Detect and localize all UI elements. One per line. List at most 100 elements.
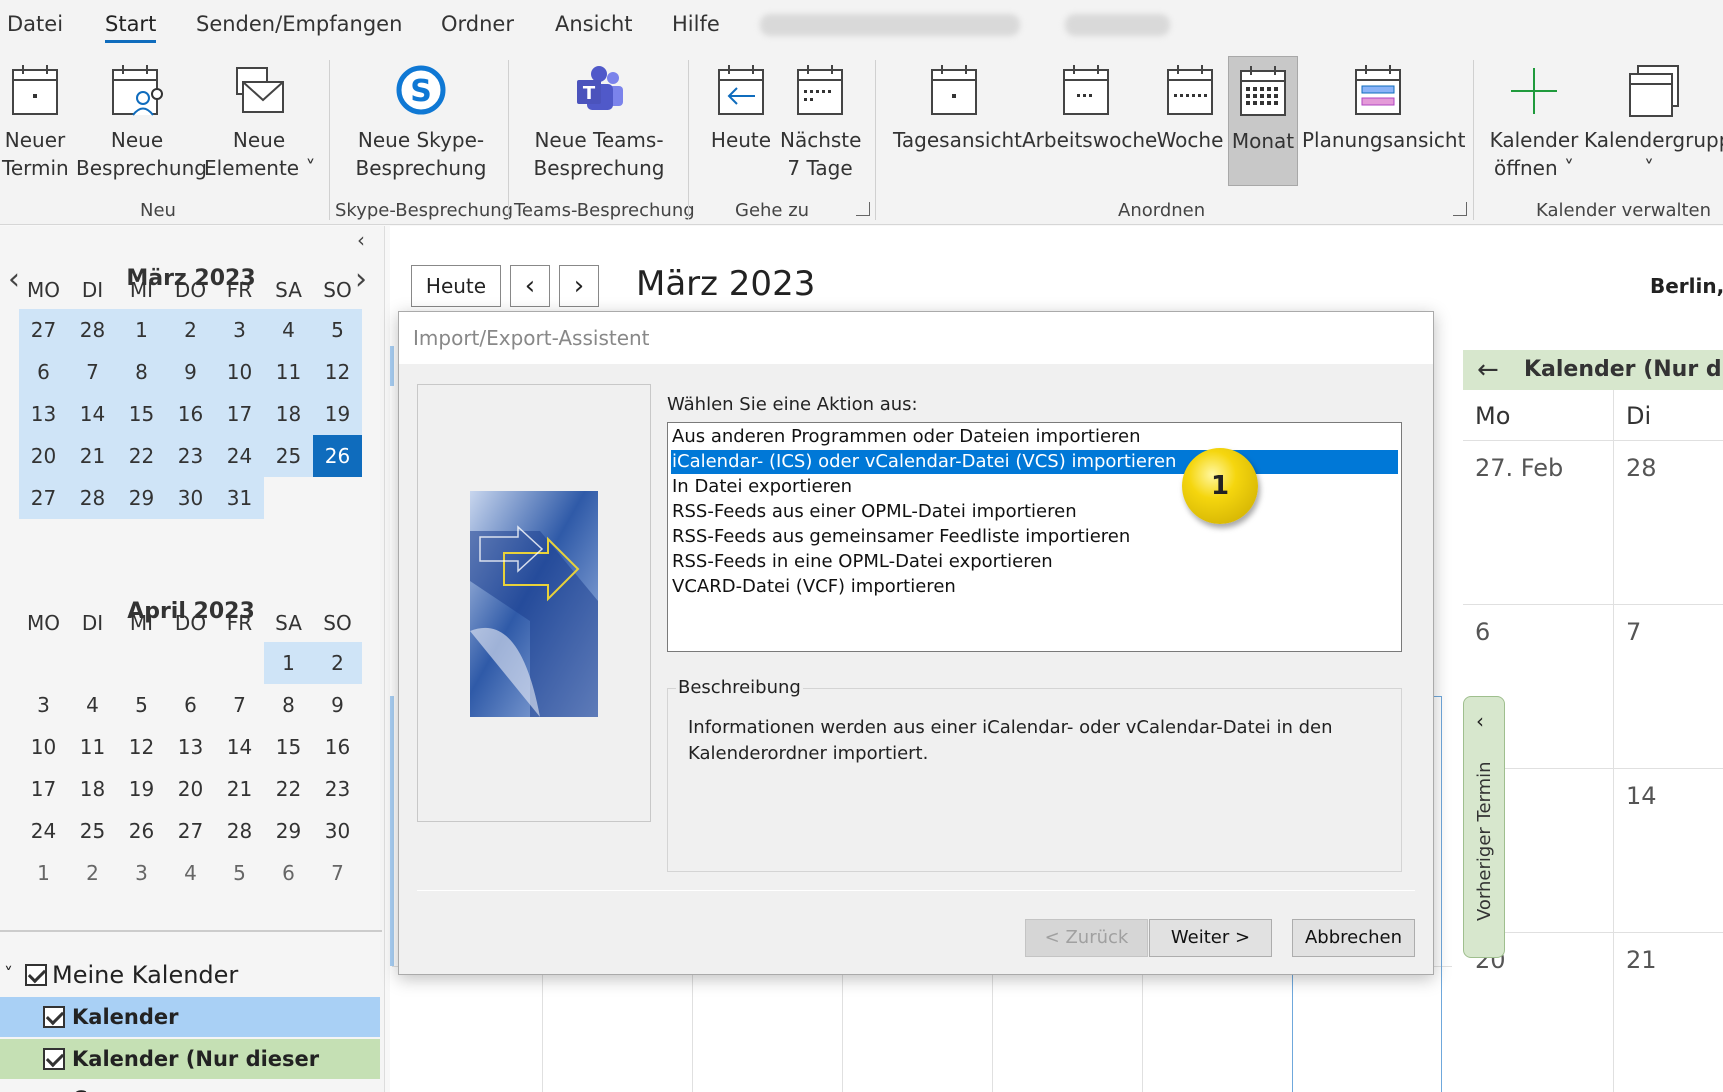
minical-day[interactable]: 10 xyxy=(19,726,68,768)
minical-day[interactable]: 28 xyxy=(215,810,264,852)
monat-button[interactable]: Monat xyxy=(1228,56,1298,186)
minical-day[interactable]: 4 xyxy=(166,852,215,894)
collapse-pane-icon[interactable]: ‹ xyxy=(357,228,365,252)
minical-day[interactable]: 15 xyxy=(264,726,313,768)
minical-day[interactable]: 8 xyxy=(117,351,166,393)
calendar-item-kalender[interactable]: Kalender xyxy=(0,997,380,1037)
minical-day[interactable]: 10 xyxy=(215,351,264,393)
minical-day[interactable]: 18 xyxy=(264,393,313,435)
minical-day[interactable]: 15 xyxy=(117,393,166,435)
minical-day[interactable]: 7 xyxy=(215,684,264,726)
gehe-zu-dialog-launcher[interactable] xyxy=(856,202,870,216)
minical-day[interactable]: 2 xyxy=(68,852,117,894)
minical-day[interactable]: 5 xyxy=(215,852,264,894)
kalender-oeffnen-button[interactable]: Kalender öffnen ˅ xyxy=(1488,60,1580,182)
minical-day[interactable]: 16 xyxy=(166,393,215,435)
minical-day[interactable]: 12 xyxy=(313,351,362,393)
minical-day[interactable]: 9 xyxy=(166,351,215,393)
minical-day[interactable]: 23 xyxy=(313,768,362,810)
cancel-button[interactable]: Abbrechen xyxy=(1292,919,1415,957)
minical-day[interactable]: 18 xyxy=(68,768,117,810)
menu-start[interactable]: Start xyxy=(105,12,157,43)
action-option[interactable]: In Datei exportieren xyxy=(671,475,1398,499)
minical-day[interactable]: 14 xyxy=(215,726,264,768)
arrow-left-icon[interactable]: ← xyxy=(1477,350,1499,390)
minical-day[interactable]: 25 xyxy=(264,435,313,477)
calendar-item-kalender-local[interactable]: Kalender (Nur dieser Comp... xyxy=(0,1039,380,1092)
minical-day[interactable]: 24 xyxy=(19,810,68,852)
planungsansicht-button[interactable]: Planungsansicht xyxy=(1302,60,1465,154)
minical-day[interactable]: 13 xyxy=(166,726,215,768)
day-cell[interactable]: 14 xyxy=(1626,782,1657,810)
woche-button[interactable]: Woche xyxy=(1156,60,1224,154)
minical-day[interactable]: 28 xyxy=(68,309,117,351)
neue-besprechung-button[interactable]: Neue Besprechung xyxy=(76,60,207,182)
minical-day[interactable]: 21 xyxy=(68,435,117,477)
day-cell[interactable]: 27. Feb xyxy=(1475,454,1563,482)
action-option[interactable]: VCARD-Datei (VCF) importieren xyxy=(671,575,1398,599)
arbeitswoche-button[interactable]: Arbeitswoche xyxy=(1022,60,1157,154)
day-cell[interactable]: 21 xyxy=(1626,946,1657,974)
minical-day[interactable]: 8 xyxy=(264,684,313,726)
heute-ribbon-button[interactable]: Heute xyxy=(706,60,776,154)
neuer-termin-button[interactable]: Neuer Termin xyxy=(2,60,69,182)
minical-day[interactable]: 11 xyxy=(68,726,117,768)
minical-day[interactable]: 20 xyxy=(19,435,68,477)
side-calendar-header[interactable]: ← Kalender (Nur dies xyxy=(1463,350,1723,390)
menu-datei[interactable]: Datei xyxy=(7,12,63,36)
minical-day[interactable]: 27 xyxy=(19,309,68,351)
menu-ansicht[interactable]: Ansicht xyxy=(555,12,633,36)
minical-day[interactable]: 6 xyxy=(264,852,313,894)
minical-day[interactable]: 2 xyxy=(166,309,215,351)
minical-day[interactable]: 6 xyxy=(166,684,215,726)
back-button[interactable]: < Zurück xyxy=(1025,919,1148,957)
minical-day[interactable]: 9 xyxy=(313,684,362,726)
minical-day[interactable]: 19 xyxy=(117,768,166,810)
action-listbox[interactable]: Aus anderen Programmen oder Dateien impo… xyxy=(667,422,1402,652)
minical-day[interactable]: 23 xyxy=(166,435,215,477)
menu-hilfe[interactable]: Hilfe xyxy=(672,12,720,36)
minical-day[interactable]: 13 xyxy=(19,393,68,435)
minical-day[interactable]: 30 xyxy=(313,810,362,852)
minical-day[interactable]: 22 xyxy=(117,435,166,477)
kalender-checkbox[interactable] xyxy=(43,1006,65,1028)
menu-senden-empfangen[interactable]: Senden/Empfangen xyxy=(196,12,402,36)
minical-day[interactable]: 28 xyxy=(68,477,117,519)
minical-day[interactable]: 5 xyxy=(313,309,362,351)
action-option[interactable]: RSS-Feeds aus gemeinsamer Feedliste impo… xyxy=(671,525,1398,549)
minical-day[interactable]: 4 xyxy=(264,309,313,351)
minical-day[interactable]: 7 xyxy=(313,852,362,894)
minical-day[interactable]: 14 xyxy=(68,393,117,435)
tagesansicht-button[interactable]: Tagesansicht xyxy=(893,60,1022,154)
minical-day[interactable]: 27 xyxy=(166,810,215,852)
minical-day[interactable]: 3 xyxy=(117,852,166,894)
minical-day[interactable]: 30 xyxy=(166,477,215,519)
minical-day[interactable]: 17 xyxy=(215,393,264,435)
next-button[interactable]: Weiter > xyxy=(1149,919,1272,957)
minical-day[interactable]: 21 xyxy=(215,768,264,810)
minical-day[interactable]: 1 xyxy=(19,852,68,894)
minical-day[interactable]: 19 xyxy=(313,393,362,435)
action-option[interactable]: RSS-Feeds aus einer OPML-Datei importier… xyxy=(671,500,1398,524)
minical-day[interactable]: 24 xyxy=(215,435,264,477)
action-option[interactable]: Aus anderen Programmen oder Dateien impo… xyxy=(671,425,1398,449)
minical-day[interactable]: 11 xyxy=(264,351,313,393)
minical-day[interactable]: 16 xyxy=(313,726,362,768)
action-option[interactable]: RSS-Feeds in eine OPML-Datei exportieren xyxy=(671,550,1398,574)
naechste-7-tage-button[interactable]: Nächste 7 Tage xyxy=(780,60,861,182)
menu-ordner[interactable]: Ordner xyxy=(441,12,514,36)
minical-day[interactable]: 12 xyxy=(117,726,166,768)
neue-elemente-button[interactable]: Neue Elemente ˅ xyxy=(204,60,315,182)
minical-day[interactable]: 17 xyxy=(19,768,68,810)
minical-day[interactable]: 26 xyxy=(313,435,362,477)
minical-day[interactable]: 1 xyxy=(117,309,166,351)
neue-skype-besprechung-button[interactable]: S Neue Skype- Besprechung xyxy=(338,60,504,182)
neue-teams-besprechung-button[interactable]: T Neue Teams- Besprechung xyxy=(516,60,682,182)
minical-day[interactable]: 2 xyxy=(313,642,362,684)
anordnen-dialog-launcher[interactable] xyxy=(1453,202,1467,216)
day-cell[interactable]: 7 xyxy=(1626,618,1641,646)
minical-day[interactable]: 29 xyxy=(117,477,166,519)
minical-day[interactable]: 4 xyxy=(68,684,117,726)
day-cell[interactable]: 6 xyxy=(1475,618,1490,646)
minical-day[interactable]: 5 xyxy=(117,684,166,726)
